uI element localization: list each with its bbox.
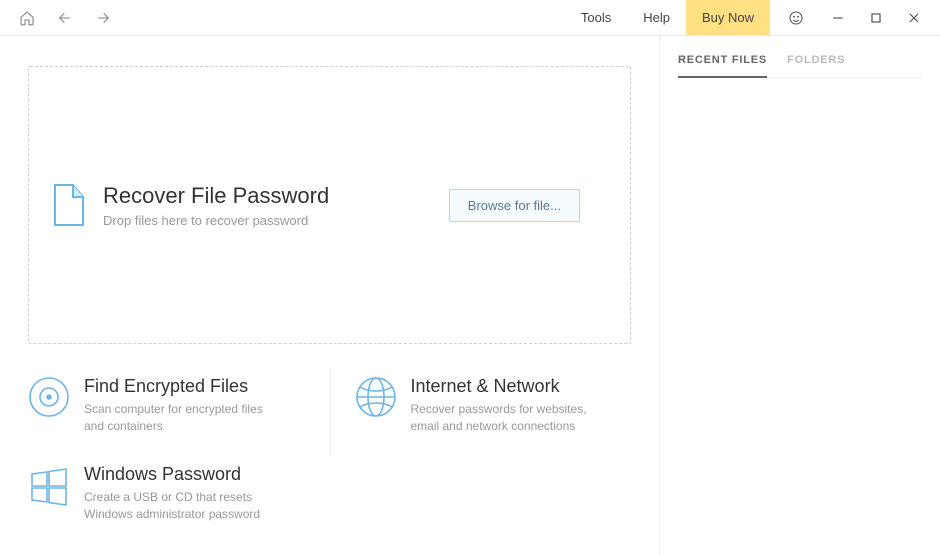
tab-folders[interactable]: FOLDERS	[787, 54, 845, 77]
titlebar-spacer	[130, 0, 565, 35]
maximize-icon[interactable]	[868, 10, 884, 26]
main-panel: Recover File Password Drop files here to…	[0, 36, 660, 555]
dropzone-title: Recover File Password	[103, 183, 449, 209]
disc-icon	[28, 376, 70, 418]
actions-grid: Find Encrypted Files Scan computer for e…	[28, 368, 631, 544]
forward-icon[interactable]	[94, 9, 112, 27]
menu-help[interactable]: Help	[627, 0, 686, 35]
dropzone[interactable]: Recover File Password Drop files here to…	[28, 66, 631, 344]
action-find-encrypted[interactable]: Find Encrypted Files Scan computer for e…	[28, 368, 330, 456]
action-title: Find Encrypted Files	[84, 376, 284, 397]
browse-button[interactable]: Browse for file...	[449, 189, 580, 222]
action-subtitle: Recover passwords for websites, email an…	[411, 401, 608, 436]
sidebar-tabs: RECENT FILES FOLDERS	[678, 54, 922, 78]
close-icon[interactable]	[906, 10, 922, 26]
action-windows-password[interactable]: Windows Password Create a USB or CD that…	[28, 456, 330, 544]
tab-recent-files[interactable]: RECENT FILES	[678, 54, 767, 78]
globe-icon	[355, 376, 397, 418]
minimize-icon[interactable]	[830, 10, 846, 26]
action-subtitle: Scan computer for encrypted files and co…	[84, 401, 284, 436]
menu-tools[interactable]: Tools	[565, 0, 627, 35]
titlebar: Tools Help Buy Now	[0, 0, 940, 36]
dropzone-subtitle: Drop files here to recover password	[103, 213, 449, 228]
action-internet-network[interactable]: Internet & Network Recover passwords for…	[330, 368, 632, 456]
action-title: Windows Password	[84, 464, 284, 485]
sidebar: RECENT FILES FOLDERS	[660, 36, 940, 555]
layout: Recover File Password Drop files here to…	[0, 36, 940, 555]
menu-group: Tools Help Buy Now	[565, 0, 770, 35]
action-subtitle: Create a USB or CD that resets Windows a…	[84, 489, 284, 524]
action-text: Internet & Network Recover passwords for…	[411, 376, 608, 436]
window-controls	[770, 0, 940, 35]
home-icon[interactable]	[18, 9, 36, 27]
feedback-icon[interactable]	[788, 10, 804, 26]
back-icon[interactable]	[56, 9, 74, 27]
file-icon	[53, 183, 85, 227]
nav-group	[0, 0, 130, 35]
action-title: Internet & Network	[411, 376, 608, 397]
action-text: Windows Password Create a USB or CD that…	[84, 464, 284, 524]
menu-buy-now[interactable]: Buy Now	[686, 0, 770, 35]
windows-icon	[28, 464, 70, 506]
action-text: Find Encrypted Files Scan computer for e…	[84, 376, 284, 436]
dropzone-inner: Recover File Password Drop files here to…	[53, 183, 580, 228]
dropzone-text: Recover File Password Drop files here to…	[103, 183, 449, 228]
